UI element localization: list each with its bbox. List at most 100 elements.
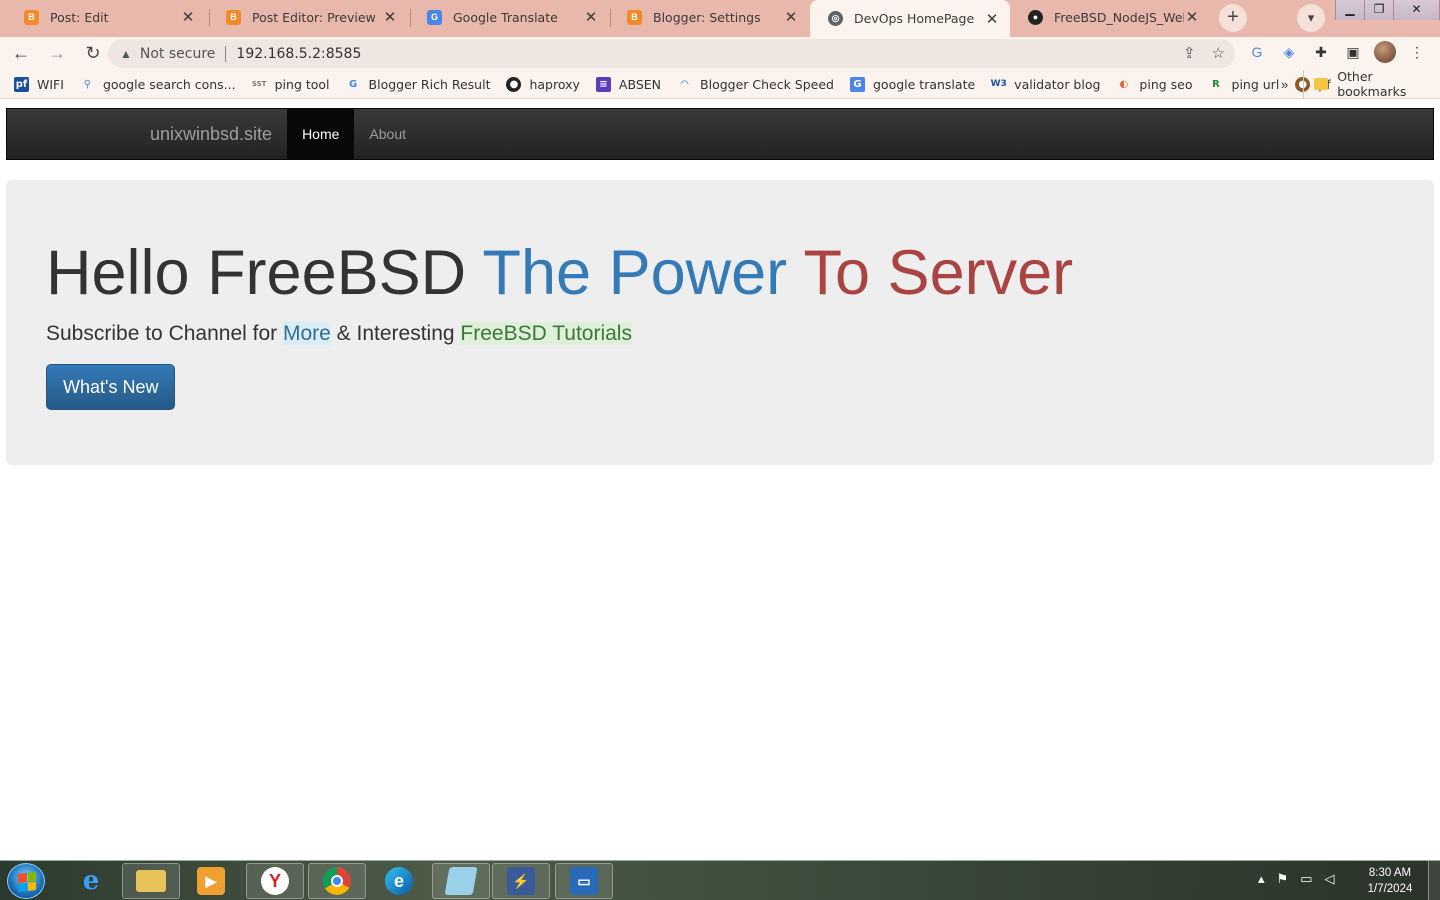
taskbar-notepad[interactable]	[432, 863, 490, 899]
hero-subtitle: Subscribe to Channel for More & Interest…	[46, 322, 1394, 346]
network-icon[interactable]: ▭	[1300, 871, 1312, 887]
taskbar-media-player[interactable]: ▶	[182, 863, 240, 899]
bookmark-label: Blogger Rich Result	[368, 76, 491, 92]
address-bar[interactable]: ▲ Not secure 192.168.5.2:8585 ⇪ ☆	[108, 39, 1235, 68]
bookmark-blogger-rich-result[interactable]: G Blogger Rich Result	[346, 77, 491, 92]
close-icon[interactable]: ✕	[783, 8, 799, 26]
share-icon[interactable]: ⇪	[1183, 44, 1196, 62]
folder-icon	[136, 870, 166, 892]
hero-title-part3: To Server	[803, 238, 1074, 308]
reload-icon[interactable]: ↻	[78, 39, 108, 69]
bookmark-google-translate[interactable]: G google translate	[850, 76, 975, 92]
bookmark-wifi[interactable]: pf WIFI	[14, 76, 64, 92]
window-close-icon[interactable]: ✕	[1394, 0, 1440, 20]
clock-date: 1/7/2024	[1367, 883, 1413, 895]
bookmarks-overflow-button[interactable]: »	[1281, 77, 1288, 92]
volume-muted-icon[interactable]: ◁	[1324, 871, 1334, 887]
tab-post-editor-preview[interactable]: B Post Editor: Preview ✕	[208, 0, 408, 34]
window-controls: ▁ ❐ ✕	[1335, 0, 1440, 20]
system-tray: ▴ ⚑ ▭ ◁	[1258, 871, 1334, 887]
bookmark-label: haproxy	[529, 76, 580, 92]
restore-icon[interactable]: ❐	[1365, 0, 1395, 20]
windows-logo-icon	[18, 872, 36, 892]
tab-post-edit[interactable]: B Post: Edit ✕	[6, 0, 206, 34]
sst-icon: SST	[251, 80, 267, 88]
new-tab-button[interactable]: +	[1219, 4, 1247, 32]
omnibox-actions: ⇪ ☆	[1183, 44, 1225, 62]
bookmark-absen[interactable]: ≡ ABSEN	[595, 76, 661, 92]
star-icon[interactable]: ☆	[1212, 44, 1225, 62]
taskbar-clock[interactable]: 8:30 AM 1/7/2024	[1360, 865, 1420, 897]
hero-subtitle-part3: & Interesting	[330, 322, 461, 345]
bookmark-google-search-console[interactable]: ⚲ google search cons...	[80, 77, 236, 92]
google-translate-icon: G	[427, 9, 442, 25]
kebab-menu-icon[interactable]: ⋮	[1406, 41, 1428, 63]
speed-icon: ◠	[680, 78, 689, 90]
nav-about[interactable]: About	[354, 109, 421, 159]
start-button[interactable]	[7, 863, 45, 899]
edge-icon: e	[385, 867, 413, 895]
taskbar-chrome[interactable]	[308, 863, 366, 899]
taskbar-remote-desktop[interactable]: ▭	[555, 863, 613, 899]
notepad-icon	[444, 867, 478, 895]
whats-new-button[interactable]: What's New	[46, 364, 176, 410]
tab-blogger-settings[interactable]: B Blogger: Settings ✕	[609, 0, 809, 34]
taskbar-internet-explorer[interactable]: e	[62, 863, 120, 899]
google-translate-extension-icon[interactable]: G	[1246, 41, 1268, 63]
tab-google-translate[interactable]: G Google Translate ✕	[409, 0, 609, 34]
google-translate-icon: G	[850, 76, 865, 92]
profile-avatar[interactable]	[1374, 41, 1396, 63]
warning-icon[interactable]: ▲	[120, 47, 132, 61]
taskbar-edge[interactable]: e	[370, 863, 428, 899]
taskbar-putty[interactable]: ⚡	[492, 863, 550, 899]
blogger-icon: B	[627, 9, 642, 25]
tab-freebsd-nodejs[interactable]: ● FreeBSD_NodeJS_WebApp ✕	[1010, 0, 1210, 34]
other-bookmarks[interactable]: Other bookmarks	[1303, 69, 1440, 99]
ping-url-icon: R	[1212, 78, 1220, 90]
hero-title-part2: The Power	[482, 238, 804, 308]
extensions-area: G ◈ ✚ ▣ ⋮	[1246, 41, 1428, 63]
tag-extension-icon[interactable]: ◈	[1278, 41, 1300, 63]
tab-strip: B Post: Edit ✕ B Post Editor: Preview ✕ …	[0, 0, 1440, 37]
url-text[interactable]: 192.168.5.2:8585	[236, 46, 361, 62]
bookmark-haproxy[interactable]: ● haproxy	[506, 76, 580, 92]
show-desktop-button[interactable]	[1428, 861, 1440, 900]
close-icon[interactable]: ✕	[382, 8, 398, 26]
tab-title: Post: Edit	[50, 9, 109, 25]
nav-home[interactable]: Home	[287, 109, 355, 159]
hero-title: Hello FreeBSD The Power To Server	[46, 238, 1394, 308]
close-icon[interactable]: ✕	[1184, 8, 1200, 26]
hero-subtitle-part1: Subscribe to Channel for	[46, 322, 283, 345]
taskbar-yandex-browser[interactable]: Y	[246, 863, 304, 899]
security-label[interactable]: Not secure	[140, 46, 216, 62]
bookmark-label: ping seo	[1139, 76, 1193, 92]
tray-overflow-icon[interactable]: ▴	[1258, 871, 1265, 887]
tab-title: DevOps HomePage	[854, 11, 975, 26]
bookmark-ping-url[interactable]: R ping url	[1209, 76, 1280, 92]
taskbar-file-explorer[interactable]	[122, 863, 180, 899]
forward-arrow-icon[interactable]: →	[42, 39, 72, 69]
site-brand[interactable]: unixwinbsd.site	[150, 109, 287, 159]
close-icon[interactable]: ✕	[984, 10, 1000, 28]
minimize-icon[interactable]: ▁	[1336, 0, 1366, 20]
side-panel-icon[interactable]: ▣	[1342, 41, 1364, 63]
bookmark-label: ping url	[1231, 76, 1280, 92]
folder-icon	[1314, 78, 1329, 90]
bookmark-ping-seo[interactable]: ◐ ping seo	[1116, 76, 1193, 92]
close-icon[interactable]: ✕	[180, 8, 196, 26]
clock-time: 8:30 AM	[1368, 867, 1412, 879]
windows-taskbar: e ▶ Y e ⚡ ▭ ▴ ⚑ ▭ ◁ 8:30 AM 1/7/2024	[0, 860, 1440, 900]
bookmark-ping-tool[interactable]: SST ping tool	[252, 77, 330, 92]
close-icon[interactable]: ✕	[583, 8, 599, 26]
puzzle-icon[interactable]: ✚	[1310, 41, 1332, 63]
back-arrow-icon[interactable]: ←	[6, 39, 36, 69]
hero-title-part1: Hello FreeBSD	[46, 238, 483, 308]
chevron-down-icon[interactable]: ▾	[1297, 4, 1325, 32]
putty-icon: ⚡	[507, 867, 535, 895]
bookmark-label: ping tool	[274, 76, 330, 92]
tab-devops-homepage[interactable]: ◎ DevOps HomePage ✕	[810, 0, 1010, 37]
action-center-flag-icon[interactable]: ⚑	[1277, 871, 1289, 887]
bookmark-blogger-check-speed[interactable]: ◠ Blogger Check Speed	[677, 77, 834, 92]
bookmark-validator-blog[interactable]: W3 validator blog	[991, 77, 1101, 92]
chrome-icon	[323, 867, 351, 895]
